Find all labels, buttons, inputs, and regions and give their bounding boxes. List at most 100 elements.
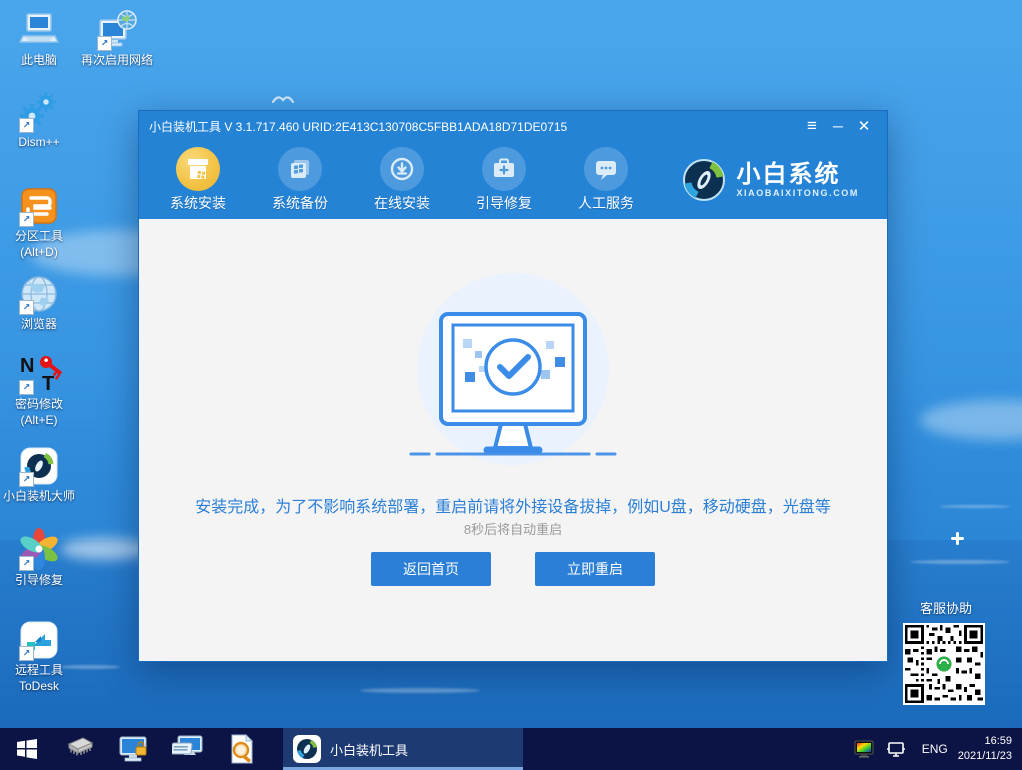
qr-panel-title: 客服协助 bbox=[903, 598, 989, 617]
desktop-icon-xiaobai-master[interactable]: ↗ 小白装机大师 bbox=[0, 444, 78, 505]
taskbar-app-label: 小白装机工具 bbox=[330, 740, 408, 759]
desktop-icon-label: 此电脑 bbox=[0, 53, 78, 69]
shortcut-arrow-icon: ↗ bbox=[19, 300, 34, 315]
nav-boot-repair[interactable]: 引导修复 bbox=[469, 141, 539, 213]
shortcut-arrow-icon: ↗ bbox=[19, 472, 34, 487]
network-globe-icon: ↗ bbox=[78, 8, 156, 50]
partition-tool-icon: ↗ bbox=[0, 184, 78, 226]
desktop-icon-todesk[interactable]: ↗ 远程工具 ToDesk bbox=[0, 618, 78, 694]
desktop-icon-label: 小白装机大师 bbox=[0, 489, 78, 505]
desktop-icon-password-change[interactable]: N T ↗ 密码修改 (Alt+E) bbox=[0, 352, 78, 428]
start-button[interactable] bbox=[4, 728, 50, 770]
clock-time: 16:59 bbox=[958, 734, 1012, 749]
shortcut-arrow-icon: ↗ bbox=[97, 36, 112, 51]
online-install-icon bbox=[380, 147, 424, 191]
desktop-icon-label: 分区工具 (Alt+D) bbox=[0, 229, 78, 260]
xiaobai-logo-icon bbox=[682, 158, 726, 202]
windows-logo-icon bbox=[16, 738, 38, 760]
system-tray: ENG 16:59 2021/11/23 bbox=[848, 728, 1016, 770]
desktop-icon-boot-repair[interactable]: ↗ 引导修复 bbox=[0, 528, 78, 589]
desktop-icon-label: 远程工具 ToDesk bbox=[0, 663, 78, 694]
todesk-icon: ↗ bbox=[0, 618, 78, 660]
nav-label: 系统备份 bbox=[265, 193, 335, 213]
display-color-icon[interactable] bbox=[854, 740, 874, 758]
globe-icon: ↗ bbox=[0, 272, 78, 314]
minimize-icon[interactable]: ─ bbox=[825, 116, 851, 136]
taskbar-clock[interactable]: 16:59 2021/11/23 bbox=[958, 734, 1012, 764]
shortcut-arrow-icon: ↗ bbox=[19, 380, 34, 395]
taskbar-display-tool[interactable] bbox=[112, 728, 156, 770]
restart-countdown: 8秒后将自动重启 bbox=[139, 519, 887, 538]
window-titlebar[interactable]: 小白装机工具 V 3.1.717.460 URID:2E413C130708C5… bbox=[139, 111, 887, 141]
cpu-chip-icon bbox=[65, 736, 95, 762]
wave-streak bbox=[910, 560, 1010, 564]
nav-online-install[interactable]: 在线安装 bbox=[367, 141, 437, 213]
desktop-icon-label: 引导修复 bbox=[0, 573, 78, 589]
desktop-icon-browser[interactable]: ↗ 浏览器 bbox=[0, 272, 78, 333]
system-install-icon bbox=[176, 147, 220, 191]
window-navbar: 系统安装 系统备份 bbox=[139, 141, 887, 219]
svg-text:T: T bbox=[42, 373, 54, 394]
brand-name: 小白系统 bbox=[736, 162, 859, 187]
desktop-icon-label: 再次启用网络 bbox=[78, 53, 156, 69]
desktop-icon-partition-tool[interactable]: ↗ 分区工具 (Alt+D) bbox=[0, 184, 78, 260]
close-icon[interactable]: ✕ bbox=[851, 116, 877, 136]
nav-label: 系统安装 bbox=[163, 193, 233, 213]
this-pc-icon bbox=[0, 8, 78, 50]
clock-date: 2021/11/23 bbox=[958, 749, 1012, 764]
svg-text:N: N bbox=[20, 355, 34, 377]
menu-icon[interactable]: ≡ bbox=[799, 116, 825, 136]
restart-now-button[interactable]: 立即重启 bbox=[535, 552, 655, 586]
nav-system-backup[interactable]: 系统备份 bbox=[265, 141, 335, 213]
desktop-icon-label: Dism++ bbox=[0, 135, 78, 151]
shortcut-arrow-icon: ↗ bbox=[19, 556, 34, 571]
sparkle bbox=[951, 532, 964, 545]
shortcut-arrow-icon: ↗ bbox=[19, 646, 34, 661]
nav-label: 在线安装 bbox=[367, 193, 437, 213]
gears-icon: ↗ bbox=[0, 90, 78, 132]
seagull bbox=[272, 93, 294, 103]
window-content: 安装完成，为了不影响系统部署，重启前请将外接设备拔掉，例如U盘，移动硬盘，光盘等… bbox=[139, 219, 887, 661]
install-complete-illustration bbox=[383, 269, 643, 484]
app-window: 小白装机工具 V 3.1.717.460 URID:2E413C130708C5… bbox=[138, 110, 888, 662]
shortcut-arrow-icon: ↗ bbox=[19, 118, 34, 133]
taskbar-cpu-tool[interactable] bbox=[58, 728, 102, 770]
taskbar-search-tool[interactable] bbox=[220, 728, 264, 770]
cloud bbox=[920, 400, 1022, 440]
back-home-button[interactable]: 返回首页 bbox=[371, 552, 491, 586]
wave-streak bbox=[360, 688, 480, 693]
nt-password-icon: N T ↗ bbox=[0, 352, 78, 394]
desktop: 此电脑 ↗ 再次启用网络 bbox=[0, 0, 1022, 770]
taskbar-osk[interactable] bbox=[166, 728, 210, 770]
desktop-icon-label: 密码修改 (Alt+E) bbox=[0, 397, 78, 428]
monitor-lock-icon bbox=[118, 735, 150, 763]
desktop-icon-this-pc[interactable]: 此电脑 bbox=[0, 8, 78, 69]
nav-label: 人工服务 bbox=[571, 193, 641, 213]
customer-service-panel: 客服协助 bbox=[903, 598, 989, 705]
boot-repair-icon bbox=[482, 147, 526, 191]
nav-customer-service[interactable]: 人工服务 bbox=[571, 141, 641, 213]
desktop-icon-dism[interactable]: ↗ Dism++ bbox=[0, 90, 78, 151]
magnifier-document-icon bbox=[229, 734, 255, 764]
xiaobai-app-icon-small bbox=[293, 735, 321, 763]
nav-system-install[interactable]: 系统安装 bbox=[163, 141, 233, 213]
nav-label: 引导修复 bbox=[469, 193, 539, 213]
xiaobai-app-icon: ↗ bbox=[0, 444, 78, 486]
brand-domain: XIAOBAIXITONG.COM bbox=[736, 188, 859, 198]
taskbar: 小白装机工具 bbox=[0, 728, 1022, 770]
network-icon[interactable] bbox=[886, 740, 906, 758]
wave-streak bbox=[940, 505, 1010, 508]
keyboard-icon bbox=[172, 735, 204, 763]
brand-logo: 小白系统 XIAOBAIXITONG.COM bbox=[682, 158, 859, 202]
install-complete-message: 安装完成，为了不影响系统部署，重启前请将外接设备拔掉，例如U盘，移动硬盘，光盘等 bbox=[139, 493, 887, 517]
shortcut-arrow-icon: ↗ bbox=[19, 212, 34, 227]
desktop-icon-re-enable-network[interactable]: ↗ 再次启用网络 bbox=[78, 8, 156, 69]
system-backup-icon bbox=[278, 147, 322, 191]
chat-bubble-icon bbox=[584, 147, 628, 191]
pinwheel-icon: ↗ bbox=[0, 528, 78, 570]
taskbar-app-xiaobai[interactable]: 小白装机工具 bbox=[283, 728, 523, 770]
button-row: 返回首页 立即重启 bbox=[139, 552, 887, 586]
window-title: 小白装机工具 V 3.1.717.460 URID:2E413C130708C5… bbox=[149, 118, 799, 135]
qr-code bbox=[903, 623, 985, 705]
language-indicator[interactable]: ENG bbox=[922, 742, 948, 756]
